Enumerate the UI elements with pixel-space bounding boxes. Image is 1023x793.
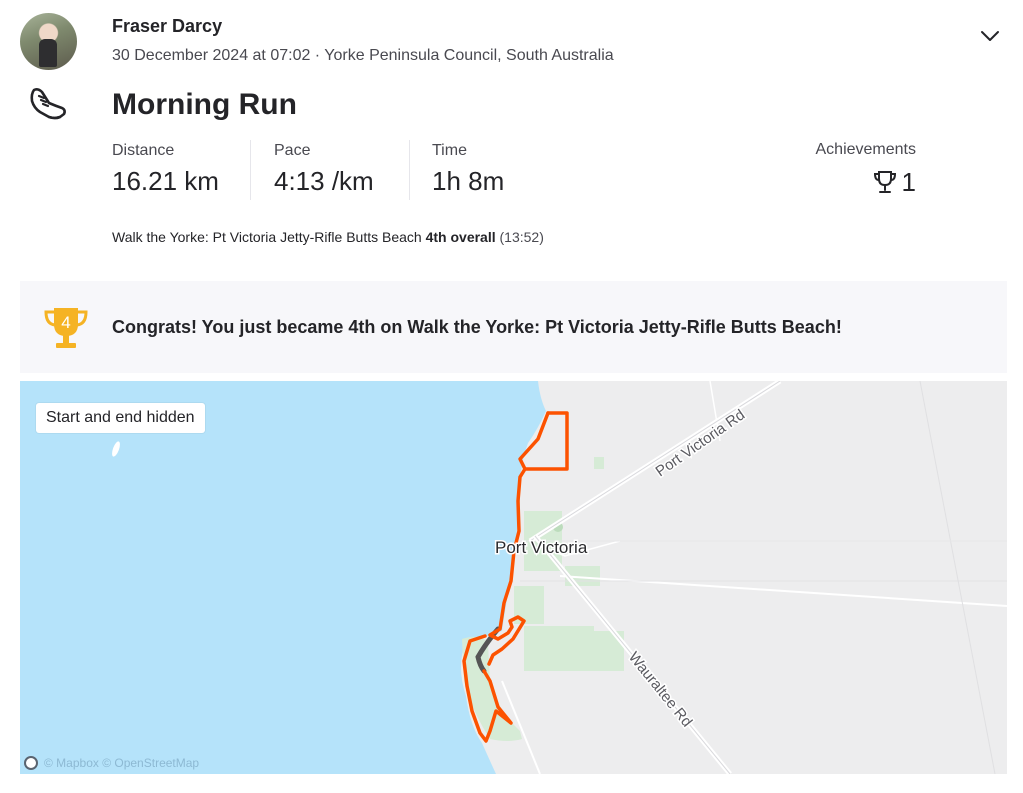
park-area: [594, 457, 604, 469]
road: [919, 381, 996, 774]
stat-value: 16.21 km: [112, 166, 219, 196]
stat-value: 4:13 /km: [274, 166, 374, 196]
map-attribution[interactable]: © Mapbox © OpenStreetMap: [24, 756, 199, 770]
stat-pace: Pace 4:13 /km: [274, 142, 374, 197]
stat-time: Time 1h 8m: [432, 142, 504, 197]
achievements-label: Achievements: [815, 141, 917, 158]
privacy-zone-badge: Start and end hidden: [36, 403, 205, 433]
stat-label: Distance: [112, 142, 175, 159]
stat-value: 1h 8m: [432, 166, 505, 196]
activity-title: Morning Run: [112, 88, 297, 121]
stat-divider: [409, 140, 410, 200]
athlete-avatar[interactable]: [20, 13, 77, 70]
chevron-down-icon[interactable]: [978, 24, 1002, 48]
trophy-icon: [873, 171, 896, 193]
park-area: [524, 626, 594, 671]
map-canvas[interactable]: Port Victoria Port Victoria Rd Wauraltee…: [20, 381, 1007, 774]
town-label: Port Victoria: [495, 538, 588, 557]
congrats-message: Congrats! You just became 4th on Walk th…: [112, 317, 842, 337]
road-label-port-victoria-rd: Port Victoria Rd: [653, 406, 749, 480]
attribution-text[interactable]: © Mapbox © OpenStreetMap: [44, 756, 199, 770]
segment-time: (13:52): [499, 229, 544, 245]
segment-name[interactable]: Walk the Yorke: Pt Victoria Jetty-Rifle …: [112, 229, 422, 245]
route-map[interactable]: Port Victoria Port Victoria Rd Wauraltee…: [20, 381, 1007, 774]
athlete-name[interactable]: Fraser Darcy: [112, 16, 222, 37]
segment-rank: 4th overall: [425, 229, 496, 245]
stat-distance: Distance 16.21 km: [112, 142, 219, 197]
mapbox-logo-icon[interactable]: [24, 756, 38, 770]
running-shoe-icon: [30, 88, 66, 120]
stat-label: Pace: [274, 142, 311, 159]
trophy-rank-number: 4: [61, 313, 70, 332]
gold-trophy-icon: 4: [44, 308, 88, 348]
achievements-count-value: 1: [901, 166, 916, 197]
stat-label: Time: [432, 142, 467, 159]
congrats-banner: 4 Congrats! You just became 4th on Walk …: [20, 281, 1007, 373]
stat-divider: [250, 140, 251, 200]
water-area: [20, 381, 546, 774]
activity-date-location: 30 December 2024 at 07:02 · Yorke Penins…: [112, 47, 614, 64]
achievements-count[interactable]: 1: [866, 166, 916, 198]
segment-result[interactable]: Walk the Yorke: Pt Victoria Jetty-Rifle …: [112, 229, 544, 245]
road-label-wauraltee-rd: Wauraltee Rd: [625, 649, 696, 731]
